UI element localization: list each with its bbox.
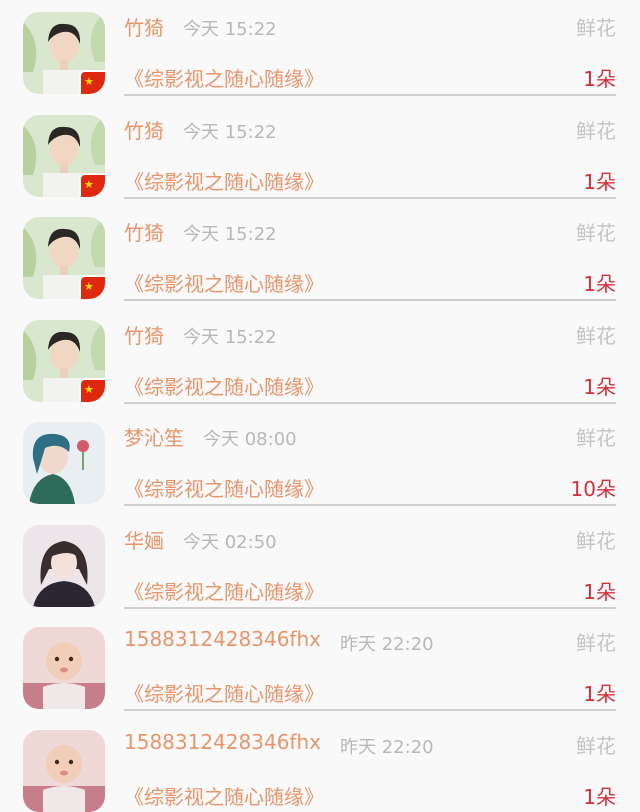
work-title-link[interactable]: 《综影视之随心随缘》 <box>124 473 324 502</box>
timestamp: 今天 08:00 <box>203 429 297 450</box>
baby-portrait-icon[interactable] <box>23 729 105 812</box>
timestamp: 今天 15:22 <box>183 19 277 40</box>
gift-record-row[interactable]: 梦沁笙 今天 08:00 鲜花《综影视之随心随缘》 10朵 <box>0 410 640 513</box>
gift-record-row[interactable]: ★ 竹猗 今天 15:22 鲜花《综影视之随心随缘》 1朵 <box>0 0 640 103</box>
gift-record-row[interactable]: ★ 竹猗 今天 15:22 鲜花《综影视之随心随缘》 1朵 <box>0 308 640 411</box>
gift-type: 鲜花 <box>576 323 616 348</box>
timestamp: 昨天 22:20 <box>340 634 434 655</box>
row-divider <box>124 299 616 301</box>
work-title-link[interactable]: 《综影视之随心随缘》 <box>124 781 324 810</box>
gift-count: 1朵 <box>583 169 616 194</box>
username[interactable]: 1588312428346fhx <box>124 730 321 754</box>
timestamp: 今天 15:22 <box>183 121 277 143</box>
gift-type: 鲜花 <box>576 733 616 758</box>
timestamp: 今天 15:22 <box>183 326 277 348</box>
work-title-link[interactable]: 《综影视之随心随缘》 <box>124 166 324 195</box>
username[interactable]: 竹猗 <box>124 12 164 41</box>
work-title-link[interactable]: 《综影视之随心随缘》 <box>124 576 324 605</box>
gift-count: 1朵 <box>583 784 616 809</box>
timestamp: 今天 02:50 <box>183 531 277 553</box>
username[interactable]: 竹猗 <box>124 320 164 349</box>
row-divider <box>124 709 616 711</box>
gift-record-row[interactable]: 1588312428346fhx 昨天 22:20 鲜花《综影视之随心随缘》 1朵 <box>0 718 640 812</box>
china-flag-badge-icon: ★ <box>79 172 105 197</box>
gift-count: 1朵 <box>583 67 616 91</box>
timestamp: 昨天 22:20 <box>340 736 434 758</box>
gift-record-row[interactable]: ★ 竹猗 今天 15:22 鲜花《综影视之随心随缘》 1朵 <box>0 103 640 206</box>
row-divider <box>124 196 616 199</box>
username[interactable]: 竹猗 <box>124 217 164 246</box>
gift-type: 鲜花 <box>576 528 616 553</box>
gift-count: 10朵 <box>570 477 616 501</box>
gift-record-row[interactable]: ★ 竹猗 今天 15:22 鲜花《综影视之随心随缘》 1朵 <box>0 205 640 308</box>
gift-record-row[interactable]: 华婳 今天 02:50 鲜花《综影视之随心随缘》 1朵 <box>0 513 640 616</box>
man-portrait-icon[interactable]: ★ <box>23 319 105 402</box>
gift-record-row[interactable]: 1588312428346fhx 昨天 22:20 鲜花《综影视之随心随缘》 1朵 <box>0 615 640 718</box>
row-divider <box>124 504 616 506</box>
man-portrait-icon[interactable]: ★ <box>23 12 105 94</box>
username[interactable]: 竹猗 <box>124 115 164 144</box>
gift-type: 鲜花 <box>576 426 616 450</box>
baby-portrait-icon[interactable] <box>23 627 105 709</box>
china-flag-badge-icon: ★ <box>79 275 105 299</box>
row-divider <box>124 94 616 96</box>
gift-count: 1朵 <box>583 374 616 399</box>
girl-portrait-icon[interactable] <box>23 524 105 607</box>
gift-type: 鲜花 <box>576 631 616 655</box>
gift-count: 1朵 <box>583 272 616 296</box>
timestamp: 今天 15:22 <box>183 224 277 245</box>
china-flag-badge-icon: ★ <box>79 377 105 402</box>
gift-record-list: ★ 竹猗 今天 15:22 鲜花 《综影视之随心随缘》 1朵 ★ 竹猗 今天 15:22 鲜花 《综… <box>0 0 640 812</box>
gift-count: 1朵 <box>583 682 616 706</box>
gift-count: 1朵 <box>583 579 616 604</box>
gift-type: 鲜花 <box>576 221 616 245</box>
gift-type: 鲜花 <box>576 16 616 40</box>
gift-type: 鲜花 <box>576 118 616 143</box>
work-title-link[interactable]: 《综影视之随心随缘》 <box>124 63 324 92</box>
work-title-link[interactable]: 《综影视之随心随缘》 <box>124 678 324 707</box>
username[interactable]: 梦沁笙 <box>124 422 184 451</box>
username[interactable]: 1588312428346fhx <box>124 627 321 651</box>
work-title-link[interactable]: 《综影视之随心随缘》 <box>124 268 324 297</box>
man-portrait-icon[interactable]: ★ <box>23 217 105 299</box>
china-flag-badge-icon: ★ <box>79 70 105 94</box>
man-portrait-icon[interactable]: ★ <box>23 114 105 197</box>
row-divider <box>124 606 616 609</box>
work-title-link[interactable]: 《综影视之随心随缘》 <box>124 371 324 400</box>
username[interactable]: 华婳 <box>124 525 164 554</box>
girl-with-flower-icon[interactable] <box>23 422 105 504</box>
row-divider <box>124 401 616 404</box>
